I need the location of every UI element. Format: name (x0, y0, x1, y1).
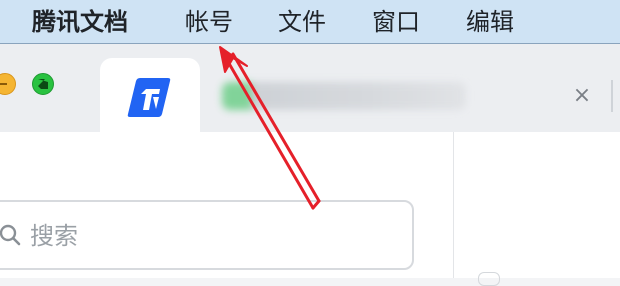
menu-window[interactable]: 窗口 (372, 0, 420, 44)
menu-app-name[interactable]: 腾讯文档 (32, 0, 128, 44)
search-placeholder: 搜索 (30, 222, 78, 250)
menu-edit[interactable]: 编辑 (466, 0, 514, 44)
menu-account[interactable]: 帐号 (185, 0, 233, 44)
search-icon (0, 224, 21, 246)
menu-file[interactable]: 文件 (278, 0, 326, 44)
close-icon[interactable]: × (568, 82, 596, 110)
main-pane (454, 132, 620, 286)
pane-control (478, 272, 500, 286)
tencent-docs-logo-icon (127, 78, 171, 117)
tab-divider (611, 80, 613, 112)
fullscreen-button[interactable] (32, 73, 54, 95)
menu-bar: 腾讯文档 帐号 文件 窗口 编辑 (0, 0, 620, 44)
tab-document[interactable] (222, 82, 466, 110)
